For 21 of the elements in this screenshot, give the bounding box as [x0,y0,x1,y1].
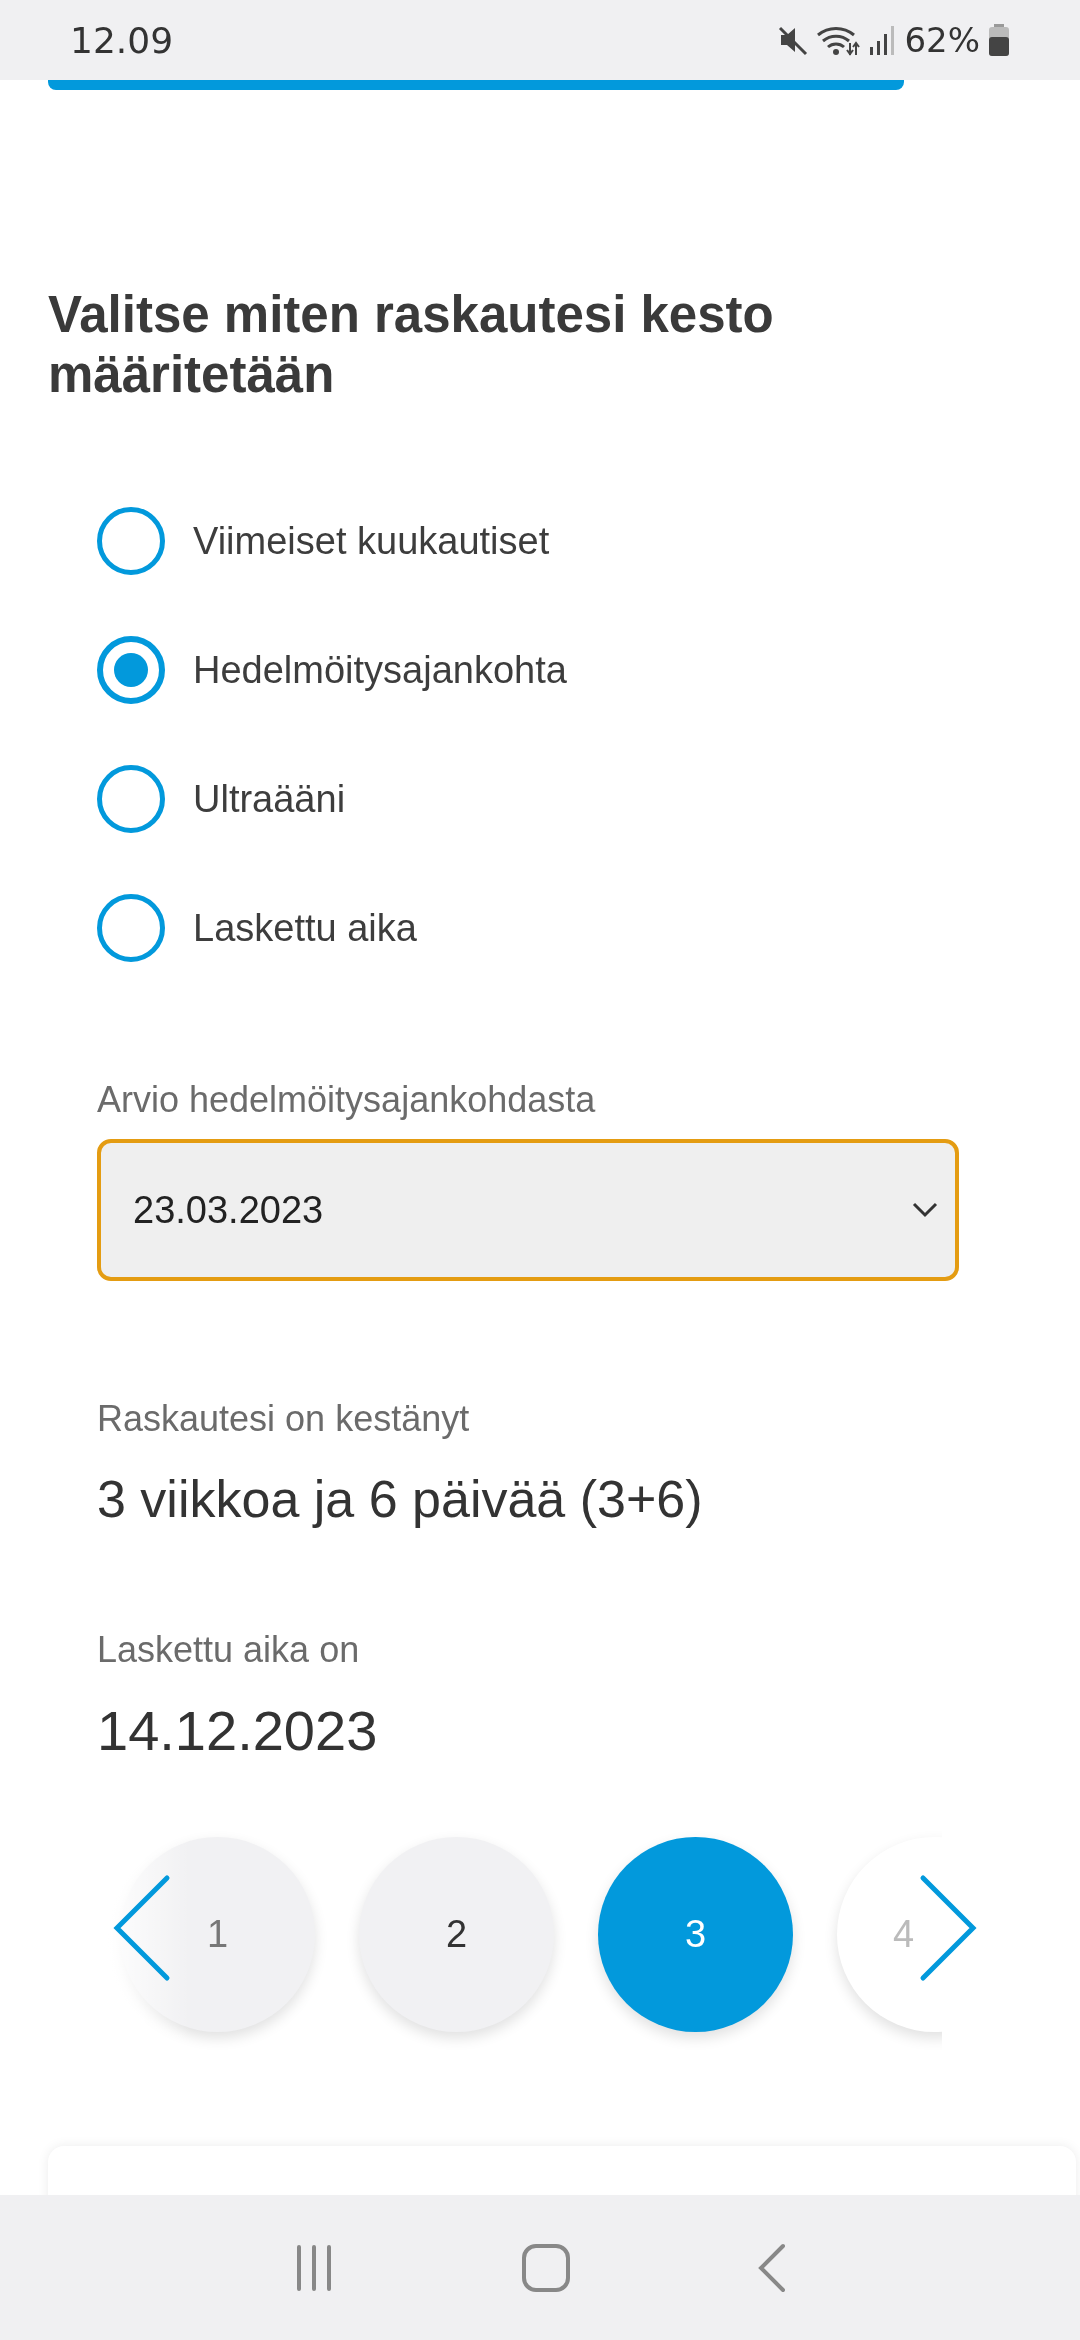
status-time: 12.09 [70,19,174,61]
option-label[interactable]: Laskettu aika [193,906,417,950]
back-icon[interactable] [757,2242,787,2293]
due-date-value: 14.12.2023 [97,1698,379,1763]
page-button[interactable]: 2 [359,1837,554,2032]
page-button[interactable]: 1 [120,1837,315,2032]
due-date-label: Laskettu aika on [97,1629,361,1671]
mute-icon [778,24,809,56]
field-label: Arvio hedelmöitysajankohdasta [97,1079,597,1121]
option-label[interactable]: Hedelmöitysajankohta [193,648,567,692]
signal-icon [868,23,897,57]
battery-level: 62% [904,20,980,60]
date-dropdown[interactable]: 23.03.2023 [97,1139,959,1281]
chevron-down-icon [911,1201,939,1219]
duration-value: 3 viikkoa ja 6 päivää (3+6) [97,1469,704,1529]
option-label[interactable]: Ultraääni [193,777,346,821]
page-heading: Valitse miten raskautesi kesto määritetään [48,285,775,405]
home-icon[interactable] [521,2242,571,2293]
duration-label: Raskautesi on kestänyt [97,1398,471,1440]
option-label[interactable]: Viimeiset kuukautiset [193,519,550,563]
battery-icon [988,23,1010,57]
